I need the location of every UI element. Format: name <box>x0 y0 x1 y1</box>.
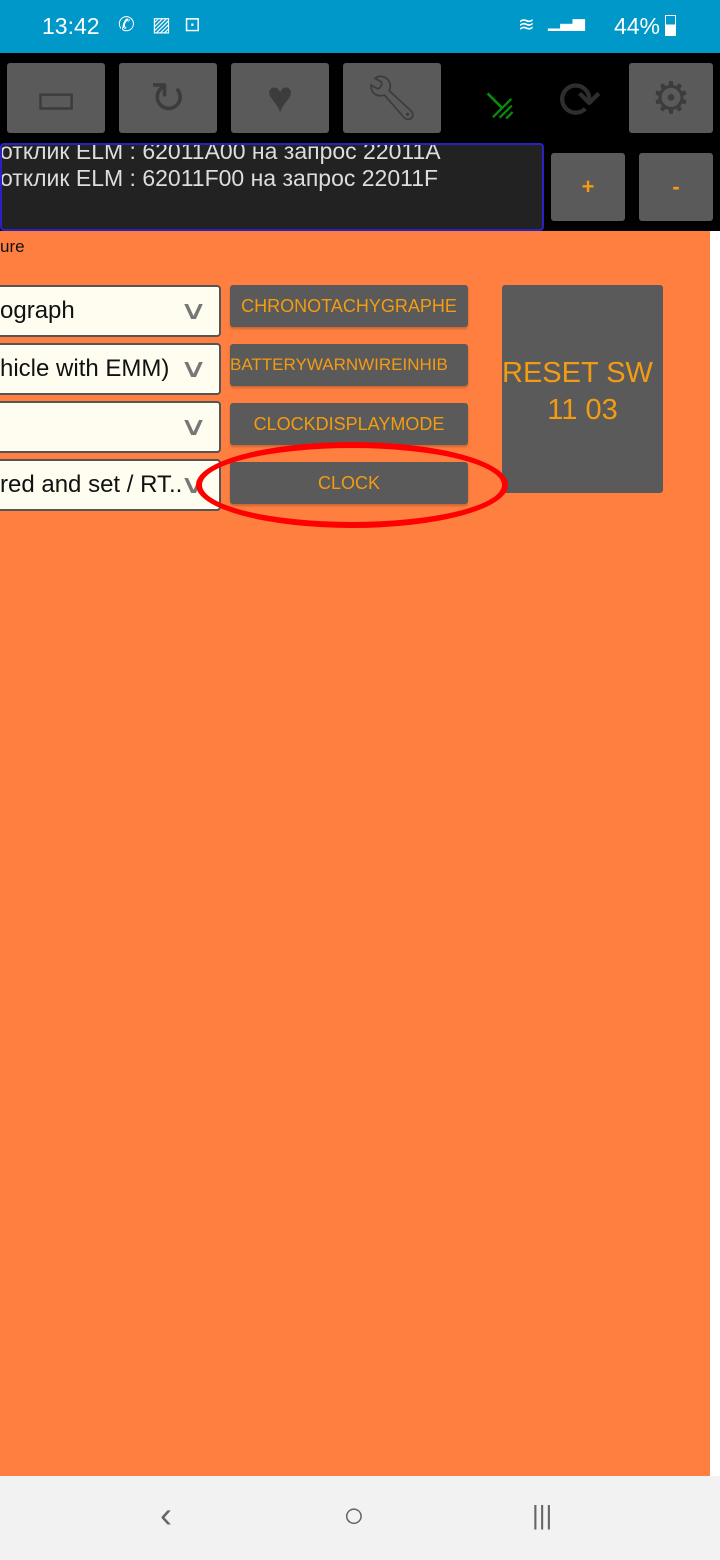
wrench-icon: 🔧︎ <box>364 74 420 123</box>
home-button[interactable]: ○ <box>343 1494 365 1536</box>
highlight-oval <box>196 442 508 528</box>
select-value: hicle with EMM) <box>0 355 170 382</box>
favorite-button[interactable]: ♥ <box>231 63 329 133</box>
navigation-bar: ‹ ○ ||| <box>0 1476 720 1560</box>
chevron-down-icon: ∨ <box>179 353 208 383</box>
heart-icon: ♥ <box>266 73 294 122</box>
reset-label: RESET SW : <box>502 357 663 389</box>
select-value: red and set / RT.. <box>0 471 183 498</box>
clockdisplaymode-button[interactable]: CLOCKDISPLAYMODE <box>230 403 468 445</box>
reset-sw-button[interactable]: RESET SW : 11 03 <box>502 285 663 493</box>
phone-call-icon: ✆ <box>118 14 135 36</box>
batterywarnwireinhib-button[interactable]: BATTERYWARNWIREINHIB <box>230 344 468 386</box>
log-line: отклик ELM : 62011F00 на запрос 22011F <box>0 165 439 191</box>
settings-button[interactable]: ⚙ <box>629 63 713 133</box>
elm-log: отклик ELM : 62011A00 на запрос 22011A о… <box>0 143 544 231</box>
tools-button[interactable]: 🔧︎ <box>343 63 441 133</box>
recents-button[interactable]: ||| <box>532 1500 552 1531</box>
refresh-button[interactable]: ↻ <box>119 63 217 133</box>
gear-icon: ⚙ <box>651 73 691 123</box>
image-icon: ▨ <box>152 14 171 36</box>
signal-icon: ▁▃▅ <box>548 14 585 31</box>
zoom-in-button[interactable]: + <box>551 153 625 221</box>
reset-value: 11 03 <box>547 394 618 426</box>
ecu-select[interactable]: ograph ∨ <box>0 285 221 337</box>
select-value: ograph <box>0 297 75 324</box>
option-select[interactable]: ∨ <box>0 401 221 453</box>
chevron-down-icon: ∨ <box>179 411 208 441</box>
sync-icon[interactable]: ⟳ <box>558 71 602 131</box>
battery-icon <box>665 15 676 36</box>
folder-icon: ▭ <box>35 73 77 123</box>
chevron-down-icon: ∨ <box>179 295 208 325</box>
back-button[interactable]: ‹ <box>160 1494 172 1536</box>
connection-plug-icon[interactable]: ⏚ <box>463 69 532 138</box>
refresh-icon: ↻ <box>149 73 187 123</box>
zoom-out-button[interactable]: - <box>639 153 713 221</box>
clock-time: 13:42 <box>42 13 100 39</box>
chronotachygraphe-button[interactable]: CHRONOTACHYGRAPHE <box>230 285 468 327</box>
car-lock-icon: ⊡ <box>184 14 201 36</box>
vehicle-select[interactable]: hicle with EMM) ∨ <box>0 343 221 395</box>
wifi-icon: ≋ <box>518 14 535 36</box>
status-bar: 13:42 ✆ ▨ ⊡ ≋ ▁▃▅ 44% <box>0 0 720 53</box>
battery-level: 44% <box>613 13 660 39</box>
log-line: отклик ELM : 62011A00 на запрос 22011A <box>0 143 441 164</box>
main-panel: ure ograph ∨ hicle with EMM) ∨ ∨ red and s… <box>0 231 710 1476</box>
section-label: ure <box>0 237 25 256</box>
open-folder-button[interactable]: ▭ <box>7 63 105 133</box>
clock-select[interactable]: red and set / RT.. ∨ <box>0 459 221 511</box>
